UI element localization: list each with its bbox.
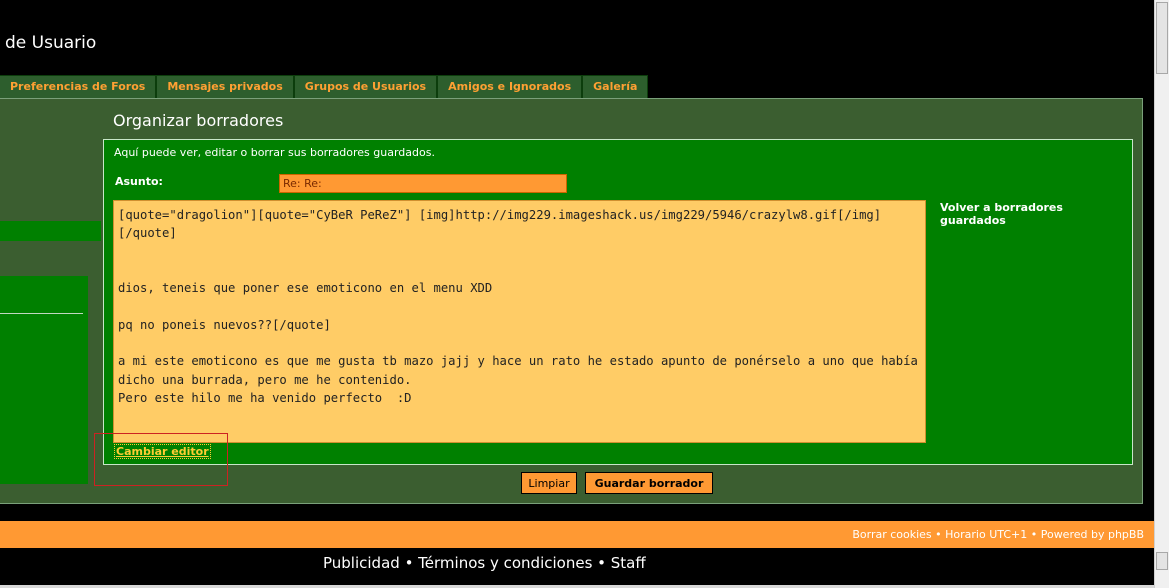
sidebar-menu — [0, 276, 88, 484]
clear-button[interactable]: Limpiar — [521, 472, 577, 494]
save-draft-button[interactable]: Guardar borrador — [585, 472, 713, 494]
tab-private-messages[interactable]: Mensajes privados — [156, 75, 294, 98]
tab-friends-foes[interactable]: Amigos e Ignorados — [437, 75, 583, 98]
subject-label: Asunto: — [115, 175, 163, 188]
nav-tabs: Preferencias de Foros Mensajes privados … — [0, 75, 649, 99]
page-title: Organizar borradores — [113, 111, 284, 130]
highlight-box — [94, 433, 228, 486]
back-to-drafts-link[interactable]: Volver a borradores guardados — [940, 201, 1090, 227]
tab-gallery[interactable]: Galería — [582, 75, 649, 98]
scroll-thumb[interactable] — [1156, 2, 1168, 74]
vertical-scrollbar[interactable] — [1154, 0, 1169, 588]
subject-input[interactable] — [279, 174, 567, 193]
intro-text: Aquí puede ver, editar o borrar sus borr… — [114, 146, 435, 159]
tab-user-groups[interactable]: Grupos de Usuarios — [293, 75, 438, 98]
message-editor[interactable]: [quote="dragolion"][quote="CyBeR PeReZ"]… — [113, 200, 926, 443]
sidebar-block — [0, 221, 101, 241]
scroll-down-button[interactable] — [1156, 552, 1168, 570]
tab-forum-preferences[interactable]: Preferencias de Foros — [0, 75, 157, 98]
page: de Usuario Preferencias de Foros Mensaje… — [0, 0, 1154, 588]
footer-bar: Borrar cookies • Horario UTC+1 • Powered… — [0, 521, 1154, 548]
sidebar-divider — [0, 313, 83, 314]
change-editor-link[interactable]: Cambiar editor — [114, 444, 211, 459]
site-title: de Usuario — [5, 33, 97, 53]
footer-links[interactable]: Borrar cookies • Horario UTC+1 • Powered… — [852, 528, 1144, 541]
bottom-links[interactable]: Publicidad • Términos y condiciones • St… — [323, 554, 646, 572]
